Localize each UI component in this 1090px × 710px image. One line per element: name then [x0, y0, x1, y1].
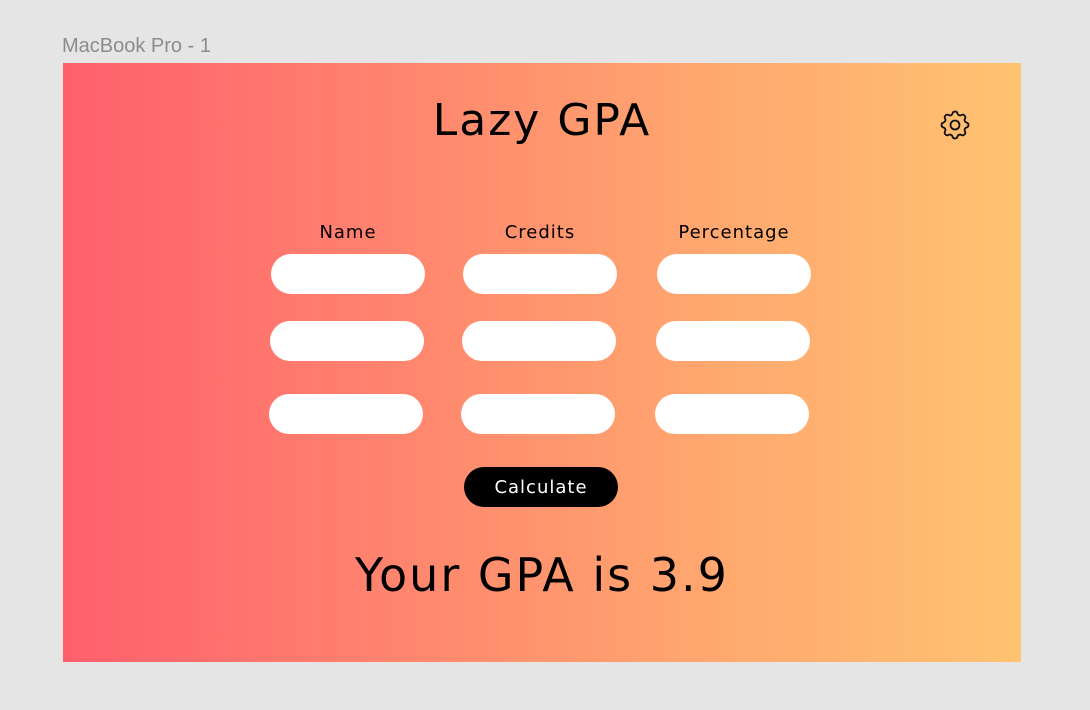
app-frame: Lazy GPA Name Credits Percentage Calcula…	[63, 63, 1021, 662]
name-input-3[interactable]	[269, 394, 423, 434]
credits-input-3[interactable]	[461, 394, 615, 434]
name-input-2[interactable]	[270, 321, 424, 361]
credits-input-2[interactable]	[462, 321, 616, 361]
frame-label: MacBook Pro - 1	[62, 35, 211, 57]
credits-input-1[interactable]	[463, 254, 617, 294]
column-header-percentage: Percentage	[678, 222, 790, 243]
percentage-input-1[interactable]	[657, 254, 811, 294]
calculate-button[interactable]: Calculate	[464, 467, 618, 507]
gear-icon[interactable]	[937, 107, 973, 143]
column-header-credits: Credits	[504, 222, 576, 243]
name-input-1[interactable]	[271, 254, 425, 294]
percentage-input-2[interactable]	[656, 321, 810, 361]
column-header-name: Name	[319, 222, 377, 243]
gpa-result: Your GPA is 3.9	[355, 548, 729, 602]
percentage-input-3[interactable]	[655, 394, 809, 434]
app-title: Lazy GPA	[432, 95, 652, 146]
